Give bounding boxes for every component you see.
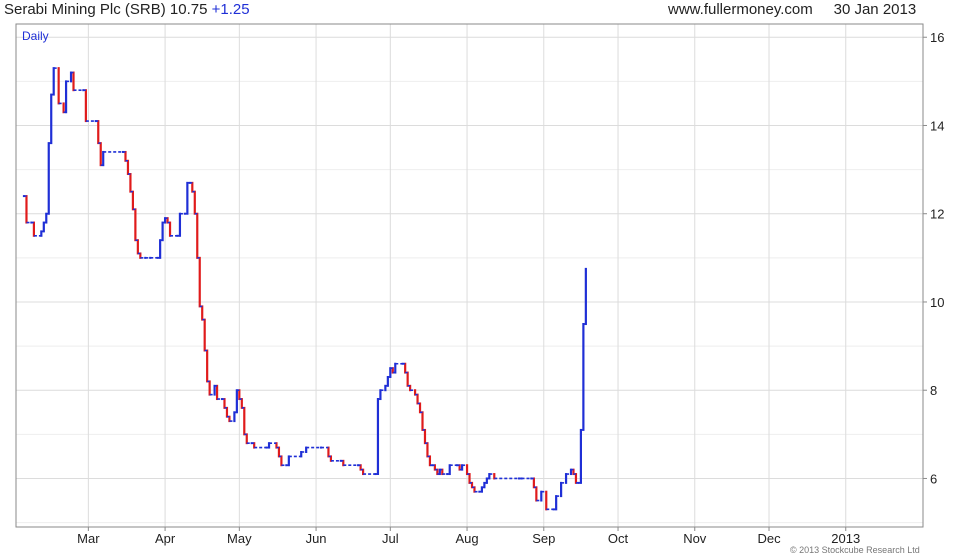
y-tick-label: 16 (930, 30, 944, 45)
x-tick-label: Dec (757, 531, 781, 546)
price-bars (22, 67, 587, 511)
grid-lines (16, 24, 923, 527)
x-tick-label: Jul (382, 531, 399, 546)
x-tick-label: Nov (683, 531, 707, 546)
plot-frame (15, 23, 924, 528)
x-tick-label: Oct (608, 531, 629, 546)
y-tick-label: 12 (930, 207, 944, 222)
price-chart: 6 8 10 12 14 16 Mar Apr May Jun Jul Aug Sep Oct Nov De… (15, 23, 944, 546)
copyright: © 2013 Stockcube Research Ltd (790, 545, 920, 555)
period-label: Daily (22, 29, 49, 43)
x-tick-label: Sep (532, 531, 555, 546)
x-tick-label: Apr (155, 531, 176, 546)
x-tick-label: Mar (77, 531, 100, 546)
x-tick-label: Jun (306, 531, 327, 546)
x-tick-label: Aug (455, 531, 478, 546)
x-tick-label: May (227, 531, 252, 546)
y-tick-label: 14 (930, 118, 944, 133)
x-tick-label: 2013 (831, 531, 860, 546)
y-axis-ticks: 6 8 10 12 14 16 (923, 30, 944, 486)
y-tick-label: 6 (930, 471, 937, 486)
y-tick-label: 8 (930, 383, 937, 398)
y-tick-label: 10 (930, 295, 944, 310)
x-axis-ticks: Mar Apr May Jun Jul Aug Sep Oct Nov Dec 2013 (77, 527, 860, 546)
